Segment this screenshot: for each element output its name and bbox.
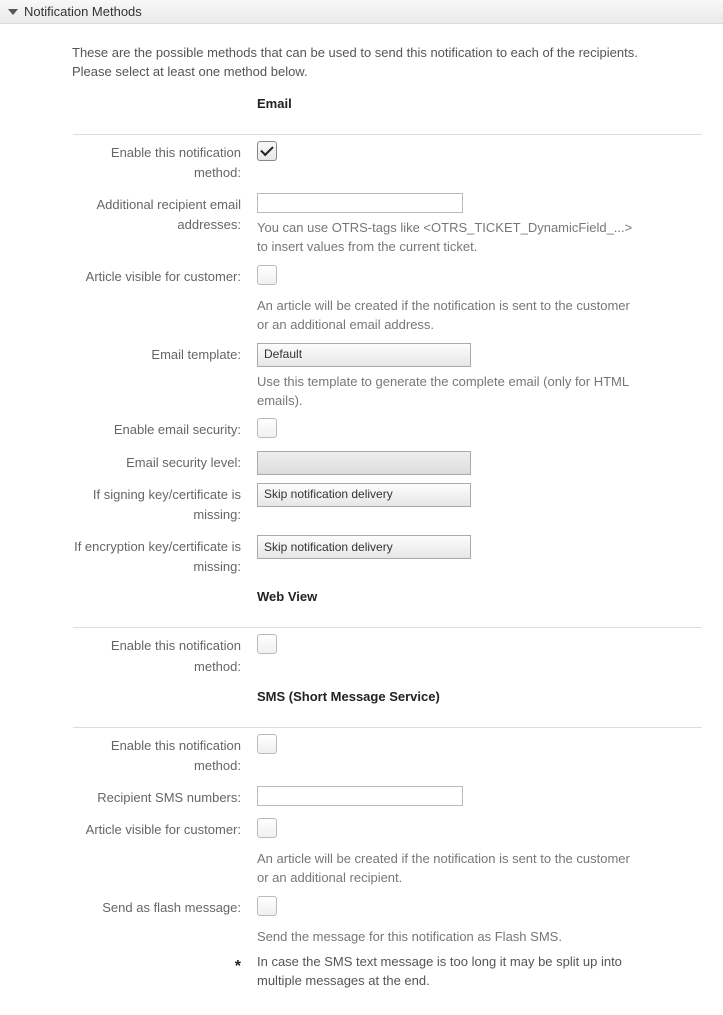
label-sms-recipients: Recipient SMS numbers:	[72, 782, 241, 814]
checkbox-webview-enable[interactable]	[257, 634, 277, 654]
row-sms-recipients: Recipient SMS numbers:	[72, 782, 703, 814]
help-email-template: Use this template to generate the comple…	[257, 373, 637, 411]
help-sms-article-visible: An article will be created if the notifi…	[257, 850, 637, 888]
row-encryption-key-missing: If encryption key/certificate is missing…	[72, 531, 703, 583]
checkbox-email-article-visible[interactable]	[257, 265, 277, 285]
select-signing-key-missing[interactable]: Skip notification delivery	[257, 483, 471, 507]
label-email-security-enable: Enable email security:	[72, 414, 241, 446]
row-webview-enable: Enable this notification method:	[72, 630, 703, 682]
checkbox-sms-flash[interactable]	[257, 896, 277, 916]
select-email-security-level[interactable]	[257, 451, 471, 475]
section-title-sms: SMS (Short Message Service)	[257, 687, 703, 707]
divider	[73, 727, 702, 728]
row-email-template: Email template: Default Use this templat…	[72, 339, 703, 415]
row-email-enable: Enable this notification method:	[72, 137, 703, 189]
select-encryption-key-missing-value: Skip notification delivery	[264, 538, 393, 557]
label-sms-enable: Enable this notification method:	[72, 730, 241, 782]
row-email-security-level: Email security level:	[72, 447, 703, 479]
label-email-enable: Enable this notification method:	[72, 137, 241, 189]
help-sms-flash: Send the message for this notification a…	[257, 928, 637, 947]
row-sms-enable: Enable this notification method:	[72, 730, 703, 782]
row-email-security-enable: Enable email security:	[72, 414, 703, 446]
checkbox-email-security-enable[interactable]	[257, 418, 277, 438]
section-header-webview: Web View	[72, 583, 703, 611]
section-header-email: Email	[72, 90, 703, 118]
input-additional-recipients[interactable]	[257, 193, 463, 213]
widget-header[interactable]: Notification Methods	[0, 0, 723, 24]
chevron-down-icon	[8, 9, 18, 15]
intro-text: These are the possible methods that can …	[72, 44, 703, 82]
row-signing-key-missing: If signing key/certificate is missing: S…	[72, 479, 703, 531]
label-email-security-level: Email security level:	[72, 447, 241, 479]
row-email-additional-recipients: Additional recipient email addresses: Yo…	[72, 189, 703, 261]
section-header-sms: SMS (Short Message Service)	[72, 683, 703, 711]
row-sms-flash: Send as flash message: Send the message …	[72, 892, 703, 951]
section-title-email: Email	[257, 94, 703, 114]
select-email-template-value: Default	[264, 345, 302, 364]
label-additional-recipients: Additional recipient email addresses:	[72, 189, 241, 261]
select-signing-key-missing-value: Skip notification delivery	[264, 485, 393, 504]
divider	[73, 134, 702, 135]
select-email-template[interactable]: Default	[257, 343, 471, 367]
label-sms-article-visible: Article visible for customer:	[72, 814, 241, 892]
label-email-template: Email template:	[72, 339, 241, 415]
row-sms-article-visible: Article visible for customer: An article…	[72, 814, 703, 892]
section-title-webview: Web View	[257, 587, 703, 607]
form-table: Email Enable this notification method: A…	[72, 90, 703, 995]
intro-line1: These are the possible methods that can …	[72, 45, 638, 60]
row-email-article-visible: Article visible for customer: An article…	[72, 261, 703, 339]
label-sms-flash: Send as flash message:	[72, 892, 241, 951]
input-sms-recipients[interactable]	[257, 786, 463, 806]
checkbox-email-enable[interactable]	[257, 141, 277, 161]
widget-content: These are the possible methods that can …	[0, 24, 723, 1015]
select-encryption-key-missing[interactable]: Skip notification delivery	[257, 535, 471, 559]
help-email-article-visible: An article will be created if the notifi…	[257, 297, 637, 335]
label-signing-key-missing: If signing key/certificate is missing:	[72, 479, 241, 531]
label-webview-enable: Enable this notification method:	[72, 630, 241, 682]
checkbox-sms-enable[interactable]	[257, 734, 277, 754]
asterisk-icon: *	[72, 951, 241, 995]
divider	[73, 627, 702, 628]
label-encryption-key-missing: If encryption key/certificate is missing…	[72, 531, 241, 583]
label-email-article-visible: Article visible for customer:	[72, 261, 241, 339]
help-additional-recipients: You can use OTRS-tags like <OTRS_TICKET_…	[257, 219, 637, 257]
checkbox-sms-article-visible[interactable]	[257, 818, 277, 838]
help-sms-split: In case the SMS text message is too long…	[257, 953, 637, 991]
intro-line2: Please select at least one method below.	[72, 64, 308, 79]
widget-title: Notification Methods	[24, 4, 142, 19]
row-sms-split: * In case the SMS text message is too lo…	[72, 951, 703, 995]
